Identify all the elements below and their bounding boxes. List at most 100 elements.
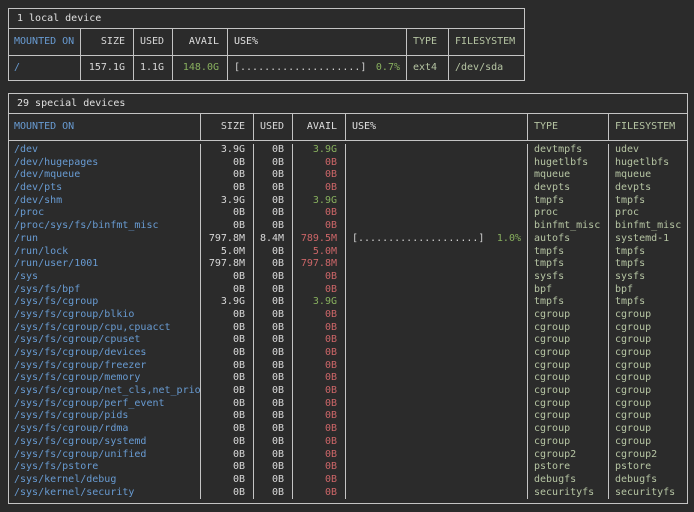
use-cell: [346, 385, 528, 398]
use-cell: [346, 372, 528, 385]
local-device-table-title: 1 local device: [9, 9, 524, 29]
use-cell: [346, 334, 528, 347]
filesystem-cell: debugfs: [609, 474, 687, 487]
mount-cell: /sys/fs/pstore: [9, 461, 201, 474]
usage-bar: [....................]: [352, 233, 484, 246]
usage-bar: [....................]: [234, 56, 366, 80]
avail-cell: 0B: [293, 487, 346, 500]
used-cell: 0B: [254, 246, 293, 259]
mount-cell: /sys/fs/bpf: [9, 284, 201, 297]
special-devices-table-body: /dev3.9G0B3.9Gdevtmpfsudev/dev/hugepages…: [9, 141, 687, 503]
special-devices-table-header-row: MOUNTED ONSIZEUSEDAVAILUSE%TYPEFILESYSTE…: [9, 114, 687, 141]
size-cell: 0B: [201, 334, 254, 347]
type-cell: tmpfs: [528, 246, 609, 259]
size-cell: 0B: [201, 220, 254, 233]
table-row: /sys/fs/cgroup/cpu,cpuacct0B0B0Bcgroupcg…: [9, 322, 687, 335]
use-cell: [346, 449, 528, 462]
used-cell: 0B: [254, 207, 293, 220]
special-devices-table-title: 29 special devices: [9, 94, 687, 114]
use-cell: [346, 296, 528, 309]
avail-cell: 0B: [293, 220, 346, 233]
filesystem-cell: proc: [609, 207, 687, 220]
avail-cell: 0B: [293, 271, 346, 284]
use-cell: [346, 144, 528, 157]
used-cell: 0B: [254, 309, 293, 322]
size-cell: 0B: [201, 410, 254, 423]
size-cell: 797.8M: [201, 233, 254, 246]
mount-cell: /sys/fs/cgroup/net_cls,net_prio: [9, 385, 201, 398]
used-cell: 8.4M: [254, 233, 293, 246]
use-cell: [346, 423, 528, 436]
avail-cell: 0B: [293, 334, 346, 347]
table-row: /sys/fs/cgroup/pids0B0B0Bcgroupcgroup: [9, 410, 687, 423]
column-header-filesystem: FILESYSTEM: [609, 114, 687, 140]
table-row: /proc/sys/fs/binfmt_misc0B0B0Bbinfmt_mis…: [9, 220, 687, 233]
use-cell: [346, 220, 528, 233]
size-cell: 3.9G: [201, 144, 254, 157]
type-cell: securityfs: [528, 487, 609, 500]
use-cell: [346, 284, 528, 297]
avail-cell: 3.9G: [293, 195, 346, 208]
table-row: /sys/fs/bpf0B0B0Bbpfbpf: [9, 284, 687, 297]
size-cell: 0B: [201, 436, 254, 449]
avail-cell: 0B: [293, 182, 346, 195]
avail-cell: 5.0M: [293, 246, 346, 259]
avail-cell: 0B: [293, 461, 346, 474]
type-cell: tmpfs: [528, 258, 609, 271]
type-cell: cgroup: [528, 398, 609, 411]
column-header-use-: USE%: [346, 114, 528, 140]
used-cell: 1.1G: [134, 56, 173, 80]
type-cell: binfmt_misc: [528, 220, 609, 233]
type-cell: tmpfs: [528, 296, 609, 309]
mount-cell: /sys/fs/cgroup/pids: [9, 410, 201, 423]
filesystem-cell: cgroup: [609, 436, 687, 449]
size-cell: 0B: [201, 322, 254, 335]
table-row: /dev/pts0B0B0Bdevptsdevpts: [9, 182, 687, 195]
mount-cell: /dev/mqueue: [9, 169, 201, 182]
size-cell: 0B: [201, 474, 254, 487]
avail-cell: 0B: [293, 157, 346, 170]
use-cell: [346, 195, 528, 208]
local-device-table-body: /157.1G1.1G148.0G[....................]0…: [9, 56, 524, 80]
size-cell: 0B: [201, 360, 254, 373]
used-cell: 0B: [254, 296, 293, 309]
used-cell: 0B: [254, 385, 293, 398]
mount-cell: /run/lock: [9, 246, 201, 259]
filesystem-cell: /dev/sda: [449, 56, 524, 80]
filesystem-cell: binfmt_misc: [609, 220, 687, 233]
table-row: /sys/fs/cgroup/systemd0B0B0Bcgroupcgroup: [9, 436, 687, 449]
mount-cell: /sys/fs/cgroup/freezer: [9, 360, 201, 373]
size-cell: 0B: [201, 398, 254, 411]
mount-cell: /sys/fs/cgroup: [9, 296, 201, 309]
mount-cell: /sys: [9, 271, 201, 284]
table-row: /sys/fs/pstore0B0B0Bpstorepstore: [9, 461, 687, 474]
filesystem-cell: tmpfs: [609, 246, 687, 259]
avail-cell: 0B: [293, 410, 346, 423]
filesystem-cell: bpf: [609, 284, 687, 297]
mount-cell: /dev/shm: [9, 195, 201, 208]
used-cell: 0B: [254, 157, 293, 170]
mount-cell: /sys/fs/cgroup/rdma: [9, 423, 201, 436]
use-cell: [346, 487, 528, 500]
type-cell: tmpfs: [528, 195, 609, 208]
type-cell: cgroup: [528, 347, 609, 360]
use-cell: [346, 461, 528, 474]
mount-cell: /sys/fs/cgroup/cpu,cpuacct: [9, 322, 201, 335]
avail-cell: 0B: [293, 207, 346, 220]
used-cell: 0B: [254, 334, 293, 347]
type-cell: proc: [528, 207, 609, 220]
avail-cell: 0B: [293, 309, 346, 322]
use-cell: [346, 246, 528, 259]
use-cell: [346, 157, 528, 170]
table-row: /run/user/1001797.8M0B797.8Mtmpfstmpfs: [9, 258, 687, 271]
terminal-output: 1 local device MOUNTED ONSIZEUSEDAVAILUS…: [0, 0, 694, 512]
type-cell: sysfs: [528, 271, 609, 284]
use-cell: [346, 410, 528, 423]
use-cell: [346, 309, 528, 322]
filesystem-cell: udev: [609, 144, 687, 157]
size-cell: 0B: [201, 372, 254, 385]
table-row: /dev/hugepages0B0B0Bhugetlbfshugetlbfs: [9, 157, 687, 170]
usage-percent: 1.0%: [497, 233, 521, 246]
avail-cell: 789.5M: [293, 233, 346, 246]
used-cell: 0B: [254, 360, 293, 373]
